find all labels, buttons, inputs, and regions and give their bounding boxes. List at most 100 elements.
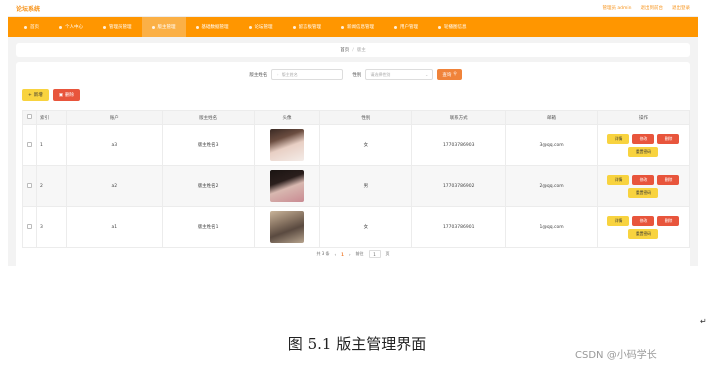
batch-delete-button[interactable]: ▣ 删除 <box>52 89 81 101</box>
cell-avatar <box>253 165 321 207</box>
goto-page-input[interactable]: 1 <box>368 250 381 258</box>
cell-account: a3 <box>65 124 163 166</box>
add-button[interactable]: + 新增 <box>22 89 49 101</box>
row-actions-top: 详情 修改 删除 <box>607 174 680 185</box>
nav-item-moderator[interactable]: 版主管理 <box>141 17 186 37</box>
col-gender: 性别 <box>319 110 413 125</box>
nav-label: 基础数据管理 <box>201 25 229 30</box>
detail-button[interactable]: 详情 <box>607 215 630 226</box>
nav-item-base-data[interactable]: 基础数据管理 <box>186 17 239 37</box>
nav-item-message-board[interactable]: 留言板管理 <box>283 17 332 37</box>
user-info: 管理员 admin <box>602 6 632 11</box>
nav-label: 用户管理 <box>400 25 418 30</box>
edit-button[interactable]: 修改 <box>632 174 655 185</box>
cell-email: 3@qq.com <box>505 124 598 166</box>
cell-actions: 详情 修改 删除 重置密码 <box>596 206 691 248</box>
nav-item-profile[interactable]: 个人中心 <box>49 17 93 37</box>
logout-link[interactable]: 退出登录 <box>672 5 690 11</box>
next-page-button[interactable]: › <box>349 252 351 257</box>
page-number-current[interactable]: 1 <box>341 252 344 257</box>
table-row: 1 a3 版主姓名3 女 17703786903 3@qq.com 详情 修改 … <box>22 124 691 166</box>
table-header: 索引 账户 版主姓名 头像 性别 联系方式 邮箱 操作 <box>22 110 691 125</box>
reset-password-button[interactable]: 重置密码 <box>628 146 659 157</box>
cell-actions: 详情 修改 删除 重置密码 <box>596 124 691 166</box>
back-to-front-link[interactable]: 退出到前台 <box>641 5 664 11</box>
cell-actions: 详情 修改 删除 重置密码 <box>596 165 691 207</box>
row-checkbox[interactable] <box>26 141 32 147</box>
cell-index: 2 <box>35 165 67 207</box>
select-all-cell[interactable] <box>22 110 37 125</box>
nav-label: 首页 <box>30 25 39 30</box>
cell-name: 版主姓名2 <box>161 165 255 207</box>
goto-label: 前往 <box>355 251 364 256</box>
cell-email: 1@qq.com <box>505 206 598 248</box>
cell-gender: 男 <box>319 165 413 207</box>
name-search-input[interactable]: ◦ 版主姓名 <box>271 69 344 80</box>
moderator-icon <box>151 25 155 29</box>
nav-item-admin[interactable]: 管理员管理 <box>93 17 142 37</box>
news-icon <box>341 25 344 29</box>
nav-item-users[interactable]: 用户管理 <box>384 17 428 37</box>
delete-button[interactable]: 删除 <box>657 215 680 226</box>
search-icon: ⚲ <box>453 72 457 77</box>
app-screenshot: 论坛系统 管理员 admin 退出到前台 退出登录 首页 个人中心 管理员管理 … <box>8 0 698 266</box>
app-title: 论坛系统 <box>16 5 41 13</box>
reset-password-button[interactable]: 重置密码 <box>628 228 659 239</box>
prev-page-button[interactable]: ‹ <box>335 252 337 257</box>
user-icon: ◦ <box>276 72 279 77</box>
nav-label: 管理员管理 <box>109 25 132 30</box>
watermark: CSDN @小码学长 <box>575 350 657 361</box>
delete-button[interactable]: 删除 <box>657 174 680 185</box>
cell-index: 1 <box>35 124 67 166</box>
row-select-cell[interactable] <box>22 206 37 248</box>
nav-item-carousel[interactable]: 轮播图信息 <box>428 17 477 37</box>
total-count: 共 3 条 <box>316 251 330 256</box>
row-checkbox[interactable] <box>26 223 32 229</box>
add-button-label: 新增 <box>33 93 43 98</box>
cell-name: 版主姓名1 <box>161 206 255 248</box>
search-bar: 版主姓名 ◦ 版主姓名 性别 请选择性别 ⌄ 查询 ⚲ <box>16 69 690 80</box>
avatar <box>269 129 304 161</box>
forum-icon <box>248 25 252 29</box>
row-select-cell[interactable] <box>22 124 37 166</box>
gender-placeholder: 请选择性别 <box>370 71 391 77</box>
content-panel: 版主姓名 ◦ 版主姓名 性别 请选择性别 ⌄ 查询 ⚲ + 新增 ▣ 删除 索引… <box>16 62 691 266</box>
col-index: 索引 <box>35 110 67 125</box>
detail-button[interactable]: 详情 <box>607 133 630 144</box>
detail-button[interactable]: 详情 <box>607 174 630 185</box>
row-actions-top: 详情 修改 删除 <box>607 215 680 226</box>
user-icon <box>59 25 62 29</box>
top-right-links: 管理员 admin 退出到前台 退出登录 <box>602 5 690 11</box>
nav-label: 轮播图信息 <box>444 25 467 30</box>
table-row: 2 a2 版主姓名2 男 17703786902 2@qq.com 详情 修改 … <box>22 165 691 207</box>
nav-item-news[interactable]: 新闻信息管理 <box>331 17 384 37</box>
search-button[interactable]: 查询 ⚲ <box>437 69 462 80</box>
nav-item-forum[interactable]: 论坛管理 <box>239 17 283 37</box>
row-actions-top: 详情 修改 删除 <box>607 133 680 144</box>
return-mark: ↵ <box>700 317 707 326</box>
edit-button[interactable]: 修改 <box>632 133 655 144</box>
home-icon <box>24 25 27 29</box>
nav-label: 版主管理 <box>157 25 176 30</box>
gender-select[interactable]: 请选择性别 ⌄ <box>365 69 434 80</box>
delete-button[interactable]: 删除 <box>657 133 680 144</box>
nav-label: 个人中心 <box>65 25 83 30</box>
nav-label: 论坛管理 <box>254 25 273 30</box>
select-all-checkbox[interactable] <box>26 114 32 119</box>
page-suffix: 页 <box>385 251 390 256</box>
admin-icon <box>103 25 106 29</box>
reset-password-button[interactable]: 重置密码 <box>628 187 659 198</box>
cell-phone: 17703786903 <box>411 124 507 166</box>
breadcrumb-separator: / <box>352 47 354 53</box>
breadcrumb-home[interactable]: 首页 <box>340 47 349 53</box>
users-icon <box>394 25 397 29</box>
row-select-cell[interactable] <box>22 165 37 207</box>
cell-avatar <box>253 124 321 166</box>
cell-account: a2 <box>65 165 163 207</box>
nav-item-home[interactable]: 首页 <box>14 17 49 37</box>
col-name: 版主姓名 <box>161 110 255 125</box>
moderator-table: 索引 账户 版主姓名 头像 性别 联系方式 邮箱 操作 1 a3 版主姓名3 女… <box>22 110 691 248</box>
cell-account: a1 <box>65 206 163 248</box>
edit-button[interactable]: 修改 <box>632 215 655 226</box>
row-checkbox[interactable] <box>26 182 32 188</box>
